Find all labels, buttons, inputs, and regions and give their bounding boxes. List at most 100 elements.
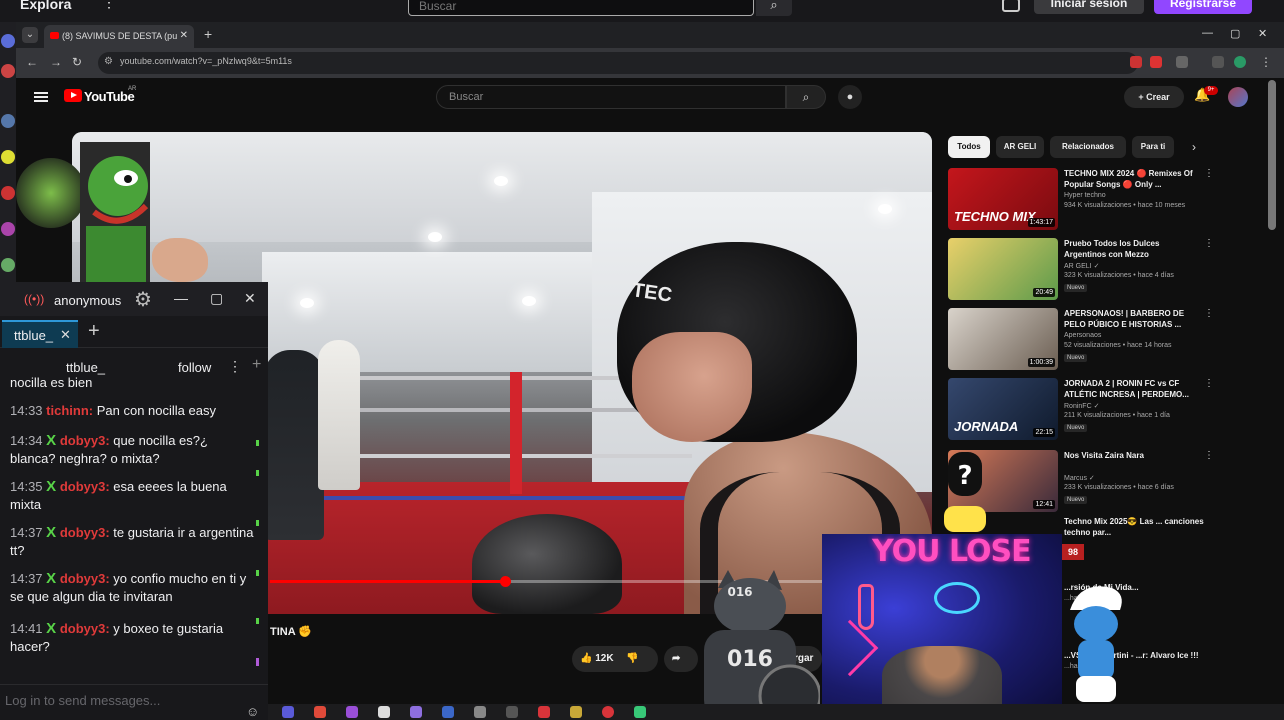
channel-name[interactable]: ttblue_ (66, 360, 105, 375)
recommendation-item[interactable]: TECHNO MIX 1:43:17 TECHNO MIX 2024 🔴 Remix… (948, 168, 1214, 232)
extensions-icon[interactable] (1176, 56, 1188, 68)
channel-avatar-icon[interactable] (1, 114, 15, 128)
youtube-logo-text[interactable]: YouTube (84, 89, 135, 104)
recommendation-title[interactable]: Nos Visita Zaira Nara (1064, 450, 1200, 461)
message-nick[interactable]: dobyy3: (60, 621, 110, 636)
microphone-icon[interactable]: ● (838, 85, 862, 109)
recommendation-channel[interactable]: Hyper techno (1064, 192, 1106, 199)
chip-ar-geli[interactable]: AR GELI (996, 136, 1044, 158)
recommendation-channel[interactable]: Marcus ✓ (1064, 474, 1095, 482)
message-nick[interactable]: dobyy3: (60, 525, 110, 540)
signup-button[interactable]: Registrarse (1154, 0, 1252, 14)
search-icon[interactable]: ⌕ (786, 85, 826, 109)
chevron-right-icon[interactable]: › (1192, 140, 1196, 154)
login-button[interactable]: Iniciar sesión (1034, 0, 1144, 14)
channel-avatar-icon[interactable] (1, 258, 15, 272)
new-tab-icon[interactable]: + (204, 26, 212, 42)
page-scrollbar[interactable] (1268, 80, 1276, 230)
more-icon[interactable]: ⋮ (1204, 378, 1214, 389)
dislike-icon[interactable]: 👎 (616, 653, 638, 664)
chat-input[interactable]: Log in to send messages... (0, 684, 268, 720)
taskbar-app-icon[interactable] (442, 706, 454, 718)
recommendation-item-partial[interactable]: Techno Mix 2025😎 Las ... canciones techn… (1064, 516, 1204, 538)
taskbar-app-icon[interactable] (538, 706, 550, 718)
reload-icon[interactable]: ↻ (72, 55, 82, 69)
whispers-icon[interactable] (1002, 0, 1020, 12)
taskbar-app-icon[interactable] (634, 706, 646, 718)
tab-search-icon[interactable]: ⌄ (22, 27, 38, 43)
taskbar-app-icon[interactable] (378, 706, 390, 718)
more-icon[interactable]: ⋮ (1204, 168, 1214, 179)
minimize-icon[interactable]: — (1202, 27, 1213, 39)
hamburger-menu-icon[interactable] (34, 92, 48, 102)
like-icon[interactable]: 👍 (572, 653, 592, 664)
address-bar[interactable]: ⚙ youtube.com/watch?v=_pNzlwq9&t=5m11s (98, 52, 1138, 74)
recommendation-thumbnail[interactable]: 1:00:39 (948, 308, 1058, 370)
recommendation-channel[interactable]: AR GELI ✓ (1064, 262, 1099, 270)
maximize-icon[interactable]: ▢ (1230, 27, 1240, 40)
avatar[interactable] (1228, 87, 1248, 107)
recommendation-item[interactable]: JORNADA 22:15 JORNADA 2 | RONIN FC vs CF A… (948, 378, 1214, 442)
profile-icon[interactable] (1234, 56, 1246, 68)
recommendation-title[interactable]: Techno Mix 2025😎 Las ... canciones techn… (1064, 516, 1204, 538)
search-icon[interactable]: ⌕ (756, 0, 792, 16)
taskbar-app-icon[interactable] (410, 706, 422, 718)
message-nick[interactable]: tichinn: (46, 403, 93, 418)
channel-avatar-icon[interactable] (1, 222, 15, 236)
reading-list-icon[interactable] (1212, 56, 1224, 68)
chip-todos[interactable]: Todos (948, 136, 990, 158)
channel-avatar-icon[interactable] (1, 186, 15, 200)
browser-tab[interactable]: (8) SAVIMUS DE DESTA (pu ✕ (44, 25, 194, 48)
channel-avatar-icon[interactable] (1, 64, 15, 78)
like-dislike-button[interactable]: 👍 12K 👎 (572, 646, 658, 672)
youtube-logo-icon[interactable] (64, 89, 82, 102)
taskbar-app-icon[interactable] (314, 706, 326, 718)
recommendation-title[interactable]: Pruebo Todos los Dulces Argentinos con M… (1064, 238, 1200, 260)
recommendation-title[interactable]: JORNADA 2 | RONIN FC vs CF ATLÉTIC INCRE… (1064, 378, 1200, 400)
recommendation-channel[interactable]: RoninFC ✓ (1064, 402, 1099, 410)
message-nick[interactable]: dobyy3: (60, 571, 110, 586)
close-icon[interactable]: ✕ (244, 290, 256, 307)
menu-icon[interactable]: ⋮ (1260, 55, 1272, 69)
taskbar-app-icon[interactable] (602, 706, 614, 718)
recommendation-item[interactable]: 1:00:39 APERSONAOS! | BARBERO DE PELO PÚB… (948, 308, 1214, 372)
taskbar-app-icon[interactable] (474, 706, 486, 718)
maximize-icon[interactable]: ▢ (210, 290, 223, 307)
recommendation-item[interactable]: 20:49 Pruebo Todos los Dulces Argentinos … (948, 238, 1214, 302)
more-icon[interactable]: ⋮ (228, 358, 242, 375)
message-nick[interactable]: dobyy3: (60, 479, 110, 494)
channel-avatar-icon[interactable] (1, 34, 15, 48)
taskbar-app-icon[interactable] (346, 706, 358, 718)
recommendation-channel[interactable]: Apersonaos (1064, 332, 1101, 339)
recommendation-thumbnail[interactable]: 20:49 (948, 238, 1058, 300)
message-nick[interactable]: dobyy3: (60, 433, 110, 448)
close-icon[interactable]: ✕ (60, 327, 71, 343)
taskbar-app-icon[interactable] (570, 706, 582, 718)
channel-avatar-icon[interactable] (1, 150, 15, 164)
recommendation-title[interactable]: TECHNO MIX 2024 🔴 Remixes Of Popular Son… (1064, 168, 1200, 190)
more-icon[interactable]: ⋮ (1204, 450, 1214, 461)
minimize-icon[interactable]: — (174, 290, 188, 306)
more-icon[interactable]: ⋮ (1204, 308, 1214, 319)
tab-ttblue[interactable]: ttblue_ ✕ (2, 320, 78, 348)
create-button[interactable]: + Crear (1124, 86, 1184, 108)
close-tab-icon[interactable]: ✕ (180, 30, 188, 41)
follow-button[interactable]: follow (178, 360, 211, 375)
recommendation-thumbnail[interactable]: TECHNO MIX 1:43:17 (948, 168, 1058, 230)
add-icon[interactable]: + (252, 356, 261, 374)
emoji-picker-icon[interactable]: ☺ (246, 704, 259, 719)
site-info-icon[interactable]: ⚙ (104, 56, 113, 67)
extension-icon[interactable] (1130, 56, 1142, 68)
back-icon[interactable]: ← (26, 55, 38, 69)
close-window-icon[interactable]: ✕ (1258, 27, 1267, 40)
explore-link[interactable]: Explora (20, 0, 71, 12)
more-icon[interactable]: ⋮ (1204, 238, 1214, 249)
chat-messages[interactable]: nocilla es bien 14:33 tichinn: Pan con no… (0, 374, 260, 684)
chip-para-ti[interactable]: Para ti (1132, 136, 1174, 158)
twitch-search-input[interactable]: Buscar (408, 0, 754, 16)
gear-icon[interactable]: ⚙ (134, 287, 152, 312)
more-icon[interactable]: ⋮ (102, 0, 116, 11)
chip-relacionados[interactable]: Relacionados (1050, 136, 1126, 158)
youtube-search-input[interactable]: Buscar (436, 85, 786, 109)
recommendation-title[interactable]: APERSONAOS! | BARBERO DE PELO PÚBICO E H… (1064, 308, 1200, 330)
